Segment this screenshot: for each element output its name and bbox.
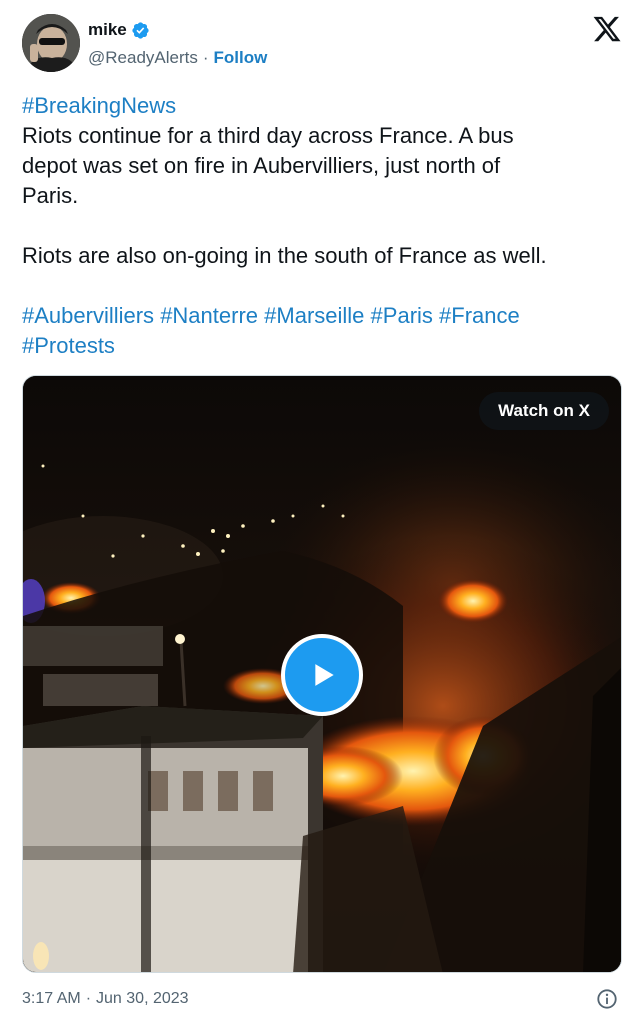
watch-on-x-button[interactable]: Watch on X [479,392,609,430]
hashtag-row: #Protests [22,331,622,361]
hashtag-link[interactable]: #Marseille [264,303,364,328]
tweet-header: mike @ReadyAlerts · Follow [22,14,622,74]
hashtag-link[interactable]: #Aubervilliers [22,303,154,328]
tweet-text-line: Riots are also on-going in the south of … [22,243,547,268]
tweet-text-line: Paris. [22,183,79,208]
tweet-date[interactable]: Jun 30, 2023 [96,990,189,1008]
x-logo-icon[interactable] [592,14,622,44]
play-icon[interactable] [281,634,363,716]
avatar[interactable] [22,14,80,72]
author-name[interactable]: mike [88,20,127,40]
author-handle[interactable]: @ReadyAlerts [88,48,198,68]
hashtag-link[interactable]: #Paris [371,303,433,328]
hashtag-link[interactable]: #BreakingNews [22,91,622,121]
tweet-card: mike @ReadyAlerts · Follow #BreakingNews… [0,0,641,1021]
tweet-text: #BreakingNews Riots continue for a third… [22,91,622,361]
hashtag-link[interactable]: #Protests [22,333,115,358]
info-icon[interactable] [596,988,618,1010]
hashtag-row: #Aubervilliers #Nanterre #Marseille #Par… [22,301,622,331]
tweet-footer: 3:17 AM · Jun 30, 2023 [22,987,622,1011]
tweet-time[interactable]: 3:17 AM [22,990,81,1008]
verified-badge-icon [131,21,150,40]
video-media[interactable]: Watch on X [22,375,622,973]
follow-button[interactable]: Follow [214,48,268,68]
author-handle-row: @ReadyAlerts · Follow [88,48,267,68]
hashtag-link[interactable]: #France [439,303,520,328]
tweet-text-line: depot was set on fire in Aubervilliers, … [22,153,501,178]
separator-dot: · [85,990,92,1007]
tweet-text-line: Riots continue for a third day across Fr… [22,123,514,148]
author-name-row: mike [88,20,150,40]
hashtag-link[interactable]: #Nanterre [160,303,258,328]
separator-dot: · [202,48,209,67]
